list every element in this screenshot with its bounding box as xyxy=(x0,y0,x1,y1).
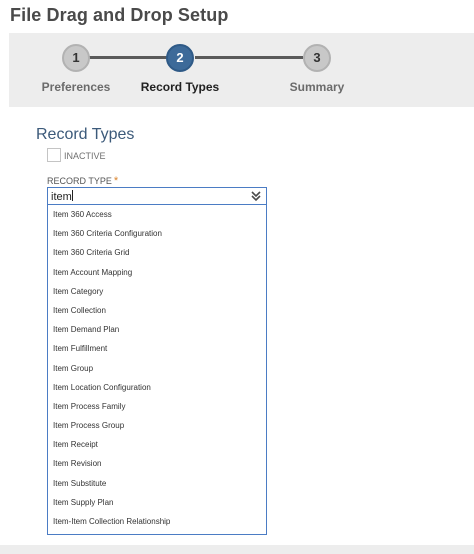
dropdown-option[interactable]: Item Group xyxy=(48,359,266,378)
record-type-label: RECORD TYPE * xyxy=(47,175,118,187)
record-type-select[interactable]: item xyxy=(47,187,267,205)
dropdown-option[interactable]: Item 360 Access xyxy=(48,205,266,224)
dropdown-option[interactable]: Item Collection xyxy=(48,301,266,320)
dropdown-option[interactable]: Item Process Family xyxy=(48,397,266,416)
dropdown-option[interactable]: Item 360 Criteria Grid xyxy=(48,243,266,262)
dropdown-option[interactable]: Item Account Mapping xyxy=(48,263,266,282)
double-chevron-down-icon[interactable] xyxy=(250,190,262,202)
dropdown-option[interactable]: Item Location Configuration xyxy=(48,378,266,397)
wizard-step-1-circle[interactable]: 1 xyxy=(62,44,90,72)
dropdown-option[interactable]: Item Supply Plan xyxy=(48,493,266,512)
wizard-step-2-circle[interactable]: 2 xyxy=(166,44,194,72)
dropdown-option[interactable]: Item Demand Plan xyxy=(48,320,266,339)
wizard-step-3-circle[interactable]: 3 xyxy=(303,44,331,72)
dropdown-option[interactable]: Item Substitute xyxy=(48,474,266,493)
dropdown-option[interactable]: Item Revision xyxy=(48,454,266,473)
wizard-step-2-label[interactable]: Record Types xyxy=(141,80,219,94)
wizard-steps: 1 2 3 Preferences Record Types Summary xyxy=(9,33,474,105)
wizard-step-3-label[interactable]: Summary xyxy=(290,80,345,94)
record-type-dropdown-list: Item 360 Access Item 360 Criteria Configu… xyxy=(47,205,267,535)
dropdown-option[interactable]: Item Category xyxy=(48,282,266,301)
dropdown-option[interactable]: Item Receipt xyxy=(48,435,266,454)
wizard-step-1-label[interactable]: Preferences xyxy=(42,80,111,94)
inactive-checkbox[interactable] xyxy=(47,148,61,162)
bottom-strip xyxy=(0,545,474,554)
record-type-input-text[interactable]: item xyxy=(51,190,73,203)
record-type-input-value: item xyxy=(51,191,72,203)
record-type-label-text: RECORD TYPE xyxy=(47,176,112,186)
required-marker: * xyxy=(113,175,119,187)
record-types-form: Record Types INACTIVE RECORD TYPE * item … xyxy=(9,107,474,545)
text-cursor xyxy=(71,190,73,201)
dropdown-option[interactable]: Item 360 Criteria Configuration xyxy=(48,224,266,243)
dropdown-option[interactable]: Item Fulfillment xyxy=(48,339,266,358)
dropdown-option[interactable]: Item-Item Collection Relationship xyxy=(48,512,266,531)
dropdown-option[interactable]: Item Process Group xyxy=(48,416,266,435)
section-title: Record Types xyxy=(36,126,135,143)
wizard-connector-2 xyxy=(195,56,303,59)
inactive-label: INACTIVE xyxy=(64,151,106,161)
page-title: File Drag and Drop Setup xyxy=(10,5,229,25)
